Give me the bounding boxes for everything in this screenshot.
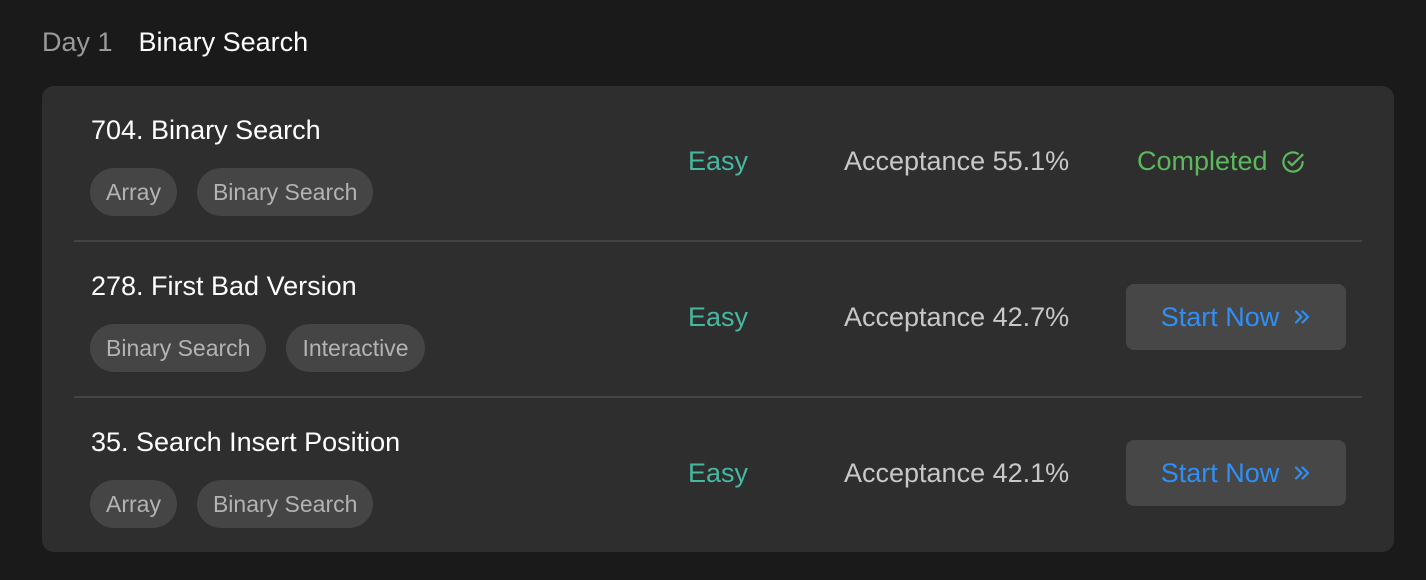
day-title: Binary Search: [138, 26, 309, 57]
acceptance-rate: Acceptance 55.1%: [844, 146, 1070, 176]
tag-list: Array Binary Search: [90, 168, 374, 216]
study-plan-page: Day 1 Binary Search 704. Binary Search A…: [0, 0, 1426, 580]
difficulty-label: Easy: [688, 146, 749, 176]
tag-list: Binary Search Interactive: [90, 324, 425, 372]
tag-chip[interactable]: Binary Search: [90, 324, 267, 372]
tag-chip[interactable]: Interactive: [286, 324, 425, 372]
problem-row: 704. Binary Search Array Binary Search E…: [74, 86, 1362, 242]
day-label: Day 1: [42, 26, 113, 57]
problem-title-link[interactable]: 278. First Bad Version: [91, 271, 357, 302]
completed-status: Completed: [1137, 146, 1306, 177]
tag-chip[interactable]: Binary Search: [196, 168, 374, 216]
check-circle-icon: [1280, 149, 1306, 175]
problem-row: 278. First Bad Version Binary Search Int…: [74, 242, 1362, 398]
difficulty-label: Easy: [688, 458, 749, 488]
completed-label: Completed: [1137, 146, 1268, 176]
tag-list: Array Binary Search: [90, 480, 374, 528]
acceptance-rate: Acceptance 42.1%: [844, 458, 1070, 488]
tag-chip[interactable]: Array: [90, 480, 177, 528]
start-now-label: Start Now: [1160, 301, 1280, 332]
problem-title-link[interactable]: 35. Search Insert Position: [91, 427, 400, 458]
day-header: Day 1 Binary Search: [42, 24, 308, 60]
double-chevron-right-icon: [1293, 308, 1311, 326]
problem-row: 35. Search Insert Position Array Binary …: [74, 398, 1362, 552]
start-now-button[interactable]: Start Now: [1126, 284, 1346, 350]
start-now-button[interactable]: Start Now: [1126, 440, 1346, 506]
start-now-label: Start Now: [1160, 457, 1280, 488]
difficulty-label: Easy: [688, 302, 749, 332]
problem-title-link[interactable]: 704. Binary Search: [91, 115, 321, 146]
tag-chip[interactable]: Array: [90, 168, 177, 216]
tag-chip[interactable]: Binary Search: [196, 480, 374, 528]
acceptance-rate: Acceptance 42.7%: [844, 302, 1070, 332]
double-chevron-right-icon: [1293, 464, 1311, 482]
problem-list-card: 704. Binary Search Array Binary Search E…: [42, 86, 1394, 552]
